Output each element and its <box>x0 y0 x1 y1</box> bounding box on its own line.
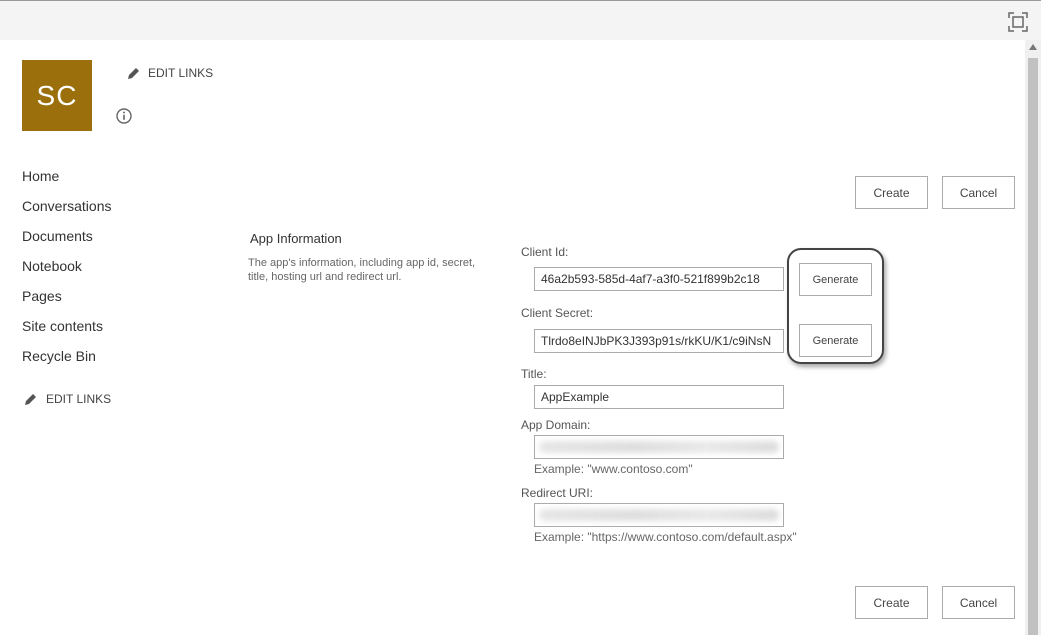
redirect-uri-field[interactable] <box>534 503 784 527</box>
create-button-top[interactable]: Create <box>855 176 928 209</box>
create-button-bottom[interactable]: Create <box>855 586 928 619</box>
title-label: Title: <box>521 367 547 381</box>
app-domain-hint: Example: "www.contoso.com" <box>534 462 693 476</box>
client-id-field[interactable]: 46a2b593-585d-4af7-a3f0-521f899b2c18 <box>534 267 784 291</box>
edit-links-nav[interactable]: EDIT LINKS <box>24 392 111 406</box>
cancel-button-bottom[interactable]: Cancel <box>942 586 1015 619</box>
nav-item-notebook[interactable]: Notebook <box>22 256 112 286</box>
top-bar <box>0 0 1041 40</box>
nav-item-documents[interactable]: Documents <box>22 226 112 256</box>
pencil-icon <box>25 393 36 405</box>
client-id-label: Client Id: <box>521 245 569 259</box>
info-icon[interactable] <box>116 108 132 124</box>
edit-links-top[interactable]: EDIT LINKS <box>127 66 213 80</box>
edit-links-nav-label: EDIT LINKS <box>46 392 112 406</box>
site-logo-text: SC <box>36 79 78 111</box>
nav-item-pages[interactable]: Pages <box>22 286 112 316</box>
scrollbar-thumb[interactable] <box>1028 58 1038 635</box>
nav-item-conversations[interactable]: Conversations <box>22 196 112 226</box>
pencil-icon <box>128 67 139 79</box>
focus-mode-icon[interactable] <box>1008 12 1028 32</box>
app-domain-label: App Domain: <box>521 418 591 432</box>
nav-item-site-contents[interactable]: Site contents <box>22 316 112 346</box>
redirect-uri-hint: Example: "https://www.contoso.com/defaul… <box>534 530 797 544</box>
redirect-uri-label: Redirect URI: <box>521 486 594 500</box>
edit-links-top-label: EDIT LINKS <box>148 66 214 80</box>
app-info-description: The app's information, including app id,… <box>248 257 476 283</box>
client-secret-label: Client Secret: <box>521 306 594 320</box>
cancel-button-top[interactable]: Cancel <box>942 176 1015 209</box>
site-logo[interactable]: SC <box>22 60 92 131</box>
app-domain-field[interactable] <box>534 435 784 459</box>
app-info-title: App Information <box>250 231 342 246</box>
quick-launch-nav: Home Conversations Documents Notebook Pa… <box>22 166 112 376</box>
scroll-up-arrow-icon[interactable] <box>1029 44 1037 50</box>
client-secret-field[interactable]: Tlrdo8eINJbPK3J393p91s/rkKU/K1/c9iNsN <box>534 329 784 353</box>
generate-buttons-highlight <box>787 248 884 364</box>
title-field[interactable]: AppExample <box>534 385 784 409</box>
nav-item-recycle-bin[interactable]: Recycle Bin <box>22 346 112 376</box>
nav-item-home[interactable]: Home <box>22 166 112 196</box>
